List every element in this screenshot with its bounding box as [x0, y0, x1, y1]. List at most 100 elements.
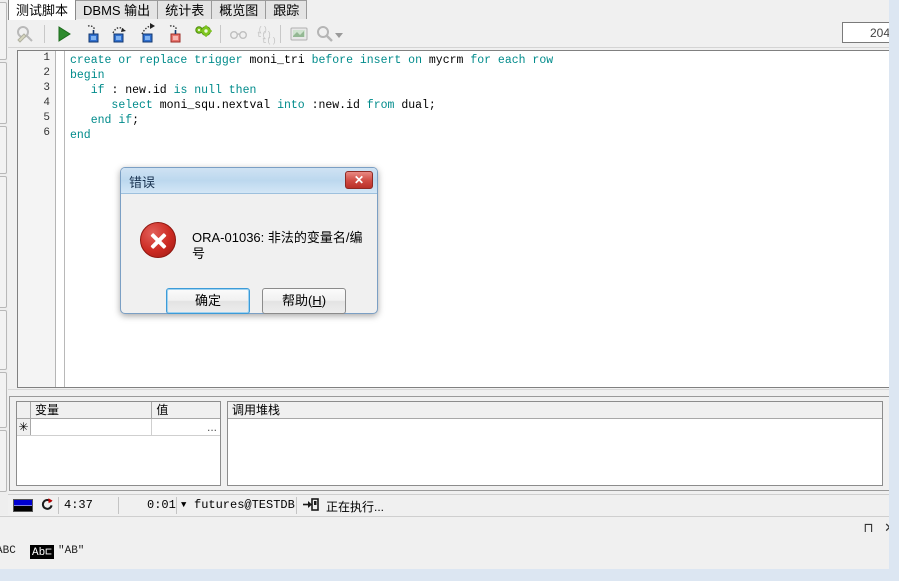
- tab-trace[interactable]: 跟踪: [265, 0, 308, 19]
- ime-toolbar: ABC Ab⊏ "AB": [0, 539, 899, 569]
- step-into-icon[interactable]: [82, 23, 104, 45]
- elapsed-total-time: 4:37: [64, 498, 93, 512]
- rail-segment[interactable]: [0, 430, 7, 492]
- pin-icon[interactable]: ⊓: [863, 520, 873, 535]
- variables-col-indicator: [17, 402, 31, 418]
- call-stack-icon[interactable]: () t() t(): [254, 23, 276, 46]
- dialog-title: 错误: [129, 175, 156, 190]
- call-stack-col-header: 调用堆栈: [232, 403, 281, 417]
- code-keyword: begin: [70, 69, 105, 82]
- settings-gear-icon[interactable]: [192, 23, 214, 45]
- help-label-post: ): [321, 293, 327, 308]
- code-keyword: end if: [90, 114, 133, 127]
- close-icon[interactable]: ✕: [345, 171, 373, 189]
- horizontal-splitter[interactable]: [8, 389, 899, 396]
- watch-glasses-icon[interactable]: [228, 23, 250, 45]
- code-identifier: moni_tri: [249, 54, 312, 67]
- code-keyword: for each row: [470, 54, 554, 67]
- status-message: 正在执行...: [326, 500, 385, 514]
- help-label-pre: 帮助(: [281, 293, 313, 308]
- svg-text:t(): t(): [262, 37, 276, 45]
- line-number-gutter: 1 2 3 4 5 6: [18, 51, 56, 387]
- rail-segment[interactable]: [0, 176, 7, 308]
- code-keyword: create or replace trigger: [70, 54, 250, 67]
- code-identifier: mycrm: [428, 54, 471, 67]
- variables-col-value: 值: [156, 403, 169, 417]
- variables-grid[interactable]: 变量 值 ✳ ...: [16, 401, 221, 486]
- line-number: 5: [43, 112, 50, 124]
- tab-statistics[interactable]: 统计表: [157, 0, 213, 19]
- code-identifier: moni_squ.nextval: [159, 99, 278, 112]
- find-debug-icon[interactable]: [14, 23, 36, 45]
- code-line: create or replace trigger moni_tri befor…: [70, 53, 894, 68]
- code-identifier: ;: [132, 114, 140, 127]
- table-row[interactable]: ✳ ...: [17, 419, 220, 436]
- rail-segment[interactable]: [0, 310, 7, 370]
- call-stack-grid-header: 调用堆栈: [228, 402, 882, 419]
- code-identifier: : new.id: [111, 84, 174, 97]
- line-number: 3: [43, 82, 50, 94]
- error-message: ORA-01036: 非法的变量名/编号: [192, 230, 363, 261]
- call-stack-grid[interactable]: 调用堆栈: [227, 401, 883, 486]
- dialog-title-bar[interactable]: 错误 ✕: [121, 168, 377, 194]
- rail-segment[interactable]: [0, 126, 7, 174]
- ime-case-toggle[interactable]: Ab⊏: [30, 545, 54, 559]
- code-keyword: end: [70, 129, 91, 142]
- code-identifier: [70, 99, 111, 112]
- tab-strip: 测试脚本 DBMS 输出 统计表 概览图 跟踪: [8, 0, 899, 21]
- line-number: 1: [43, 52, 50, 64]
- run-icon[interactable]: [53, 23, 75, 45]
- line-number: 2: [43, 67, 50, 79]
- variable-value-cell[interactable]: ...: [152, 419, 220, 435]
- step-over-icon[interactable]: [109, 23, 131, 45]
- line-count-field[interactable]: 204: [842, 22, 894, 43]
- code-keyword: is null then: [173, 84, 257, 97]
- variable-name-cell[interactable]: [31, 419, 153, 435]
- connection-dropdown-icon[interactable]: ▼: [181, 500, 186, 510]
- error-dialog: 错误 ✕ ORA-01036: 非法的变量名/编号 确定 帮助(H): [120, 167, 378, 314]
- plsql-developer-window: 测试脚本 DBMS 输出 统计表 概览图 跟踪 () t() t() 204 1…: [0, 0, 899, 581]
- elapsed-step-time: 0:01: [147, 498, 176, 512]
- debug-panels: 变量 值 ✳ ... 调用堆栈: [9, 396, 890, 491]
- ok-button[interactable]: 确定: [166, 288, 250, 314]
- dialog-body: ORA-01036: 非法的变量名/编号 确定 帮助(H): [124, 194, 374, 314]
- desktop-background-right: [889, 0, 899, 569]
- code-line: end if;: [70, 113, 894, 128]
- connection-icon: [302, 497, 320, 516]
- panel-pin-bar: ⊓ ✕: [0, 516, 899, 540]
- code-line: end: [70, 128, 894, 143]
- code-keyword: select: [111, 99, 160, 112]
- code-line: select moni_squ.nextval into :new.id fro…: [70, 98, 894, 113]
- connection-label[interactable]: futures@TESTDB: [194, 498, 295, 512]
- ime-quote-toggle[interactable]: "AB": [58, 545, 84, 557]
- variables-grid-header: 变量 值: [17, 402, 220, 419]
- tab-dbms-output[interactable]: DBMS 输出: [75, 0, 159, 19]
- code-identifier: [70, 114, 91, 127]
- code-keyword: from: [366, 99, 402, 112]
- code-line: begin: [70, 68, 894, 83]
- code-line: if : new.id is null then: [70, 83, 894, 98]
- rail-segment[interactable]: [0, 2, 7, 60]
- tab-overview[interactable]: 概览图: [211, 0, 267, 19]
- code-keyword: into: [277, 99, 312, 112]
- zoom-dropdown-icon[interactable]: [332, 23, 354, 45]
- run-to-exception-icon[interactable]: [164, 23, 186, 45]
- line-number: 4: [43, 97, 50, 109]
- code-identifier: [70, 84, 91, 97]
- code-content[interactable]: create or replace trigger moni_tri befor…: [70, 53, 894, 143]
- line-number: 6: [43, 127, 50, 139]
- desktop-background-bottom: [0, 569, 899, 581]
- rail-segment[interactable]: [0, 62, 7, 124]
- code-identifier: :new.id: [311, 99, 367, 112]
- status-bar: 4:37 0:01 ▼ futures@TESTDB 正在执行...: [8, 494, 899, 516]
- breakpoint-strip[interactable]: [57, 51, 65, 387]
- help-button[interactable]: 帮助(H): [262, 288, 346, 314]
- code-keyword: before insert on: [311, 54, 429, 67]
- rail-segment[interactable]: [0, 372, 7, 428]
- code-identifier: dual;: [401, 99, 436, 112]
- ime-mode-abc[interactable]: ABC: [0, 545, 16, 557]
- tab-test-script[interactable]: 测试脚本: [8, 0, 77, 20]
- step-out-icon[interactable]: [137, 23, 159, 45]
- preview-icon[interactable]: [288, 23, 310, 45]
- refresh-icon[interactable]: [40, 497, 54, 516]
